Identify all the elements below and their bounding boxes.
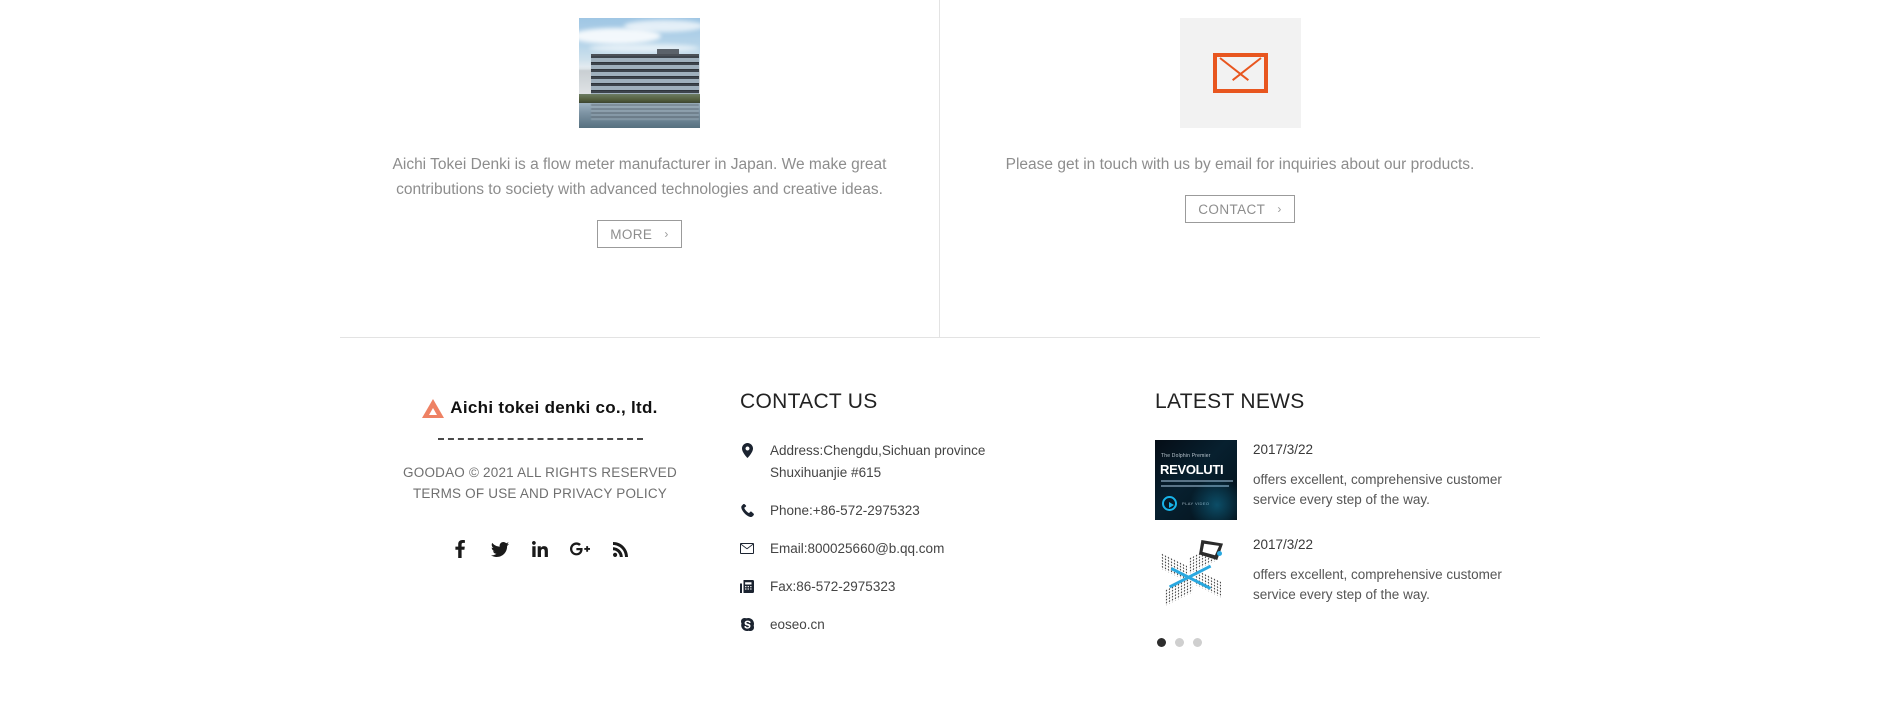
linkedin-icon[interactable] xyxy=(529,538,551,560)
social-links xyxy=(340,538,740,560)
copyright-line-1: GOODAO © 2021 ALL RIGHTS RESERVED xyxy=(403,465,677,480)
chevron-right-icon: › xyxy=(1277,202,1282,216)
news-list: The Dolphin Premier REVOLUTI PLAY VIDEO … xyxy=(1155,440,1540,615)
email-icon xyxy=(740,539,754,557)
contact-email-text: Email:800025660@b.qq.com xyxy=(770,541,945,556)
building-photo-graphic xyxy=(579,18,700,128)
panel-about: Aichi Tokei Denki is a flow meter manufa… xyxy=(340,0,940,337)
contact-phone-text: Phone:+86-572-2975323 xyxy=(770,503,920,518)
copyright-block: GOODAO © 2021 ALL RIGHTS RESERVED TERMS … xyxy=(340,462,740,504)
contact-button-label: CONTACT xyxy=(1198,201,1266,217)
contact-us-title: CONTACT US xyxy=(740,390,878,413)
company-building-photo xyxy=(579,18,700,128)
contact-skype: eoseo.cn xyxy=(740,614,1155,636)
site-footer: Aichi tokei denki co., ltd. GOODAO © 202… xyxy=(340,380,1540,647)
more-button[interactable]: MORE › xyxy=(597,220,682,248)
news-date: 2017/3/22 xyxy=(1253,537,1314,552)
news-thumbnail[interactable]: The Dolphin Premier REVOLUTI PLAY VIDEO xyxy=(1155,440,1237,520)
dashed-divider xyxy=(437,438,643,440)
fax-icon xyxy=(740,577,754,595)
contact-skype-text: eoseo.cn xyxy=(770,617,825,632)
contact-cta-description: Please get in touch with us by email for… xyxy=(1005,156,1475,173)
latest-news-title: LATEST NEWS xyxy=(1155,390,1305,413)
contact-address: Address:Chengdu,Sichuan province Shuxihu… xyxy=(740,440,1155,484)
news-thumb-headline-large: REVOLUTI xyxy=(1160,462,1224,477)
more-button-label: MORE xyxy=(610,226,653,242)
news-description: offers excellent, comprehensive customer… xyxy=(1253,472,1502,507)
contact-email: Email:800025660@b.qq.com xyxy=(740,538,1155,560)
news-item[interactable]: The Dolphin Premier REVOLUTI PLAY VIDEO … xyxy=(1155,440,1540,520)
map-pin-icon xyxy=(740,441,754,459)
page-root: Aichi Tokei Denki is a flow meter manufa… xyxy=(0,0,1880,714)
section-divider xyxy=(340,337,1540,338)
news-date: 2017/3/22 xyxy=(1253,442,1314,457)
footer-brand-column: Aichi tokei denki co., ltd. GOODAO © 202… xyxy=(340,380,740,647)
play-icon[interactable] xyxy=(1162,496,1177,511)
contact-button[interactable]: CONTACT › xyxy=(1185,195,1295,223)
news-carousel-dots xyxy=(1157,638,1540,647)
company-logo[interactable]: Aichi tokei denki co., ltd. xyxy=(340,398,740,418)
skype-icon xyxy=(740,615,754,633)
contact-phone: Phone:+86-572-2975323 xyxy=(740,500,1155,522)
contact-address-text: Address:Chengdu,Sichuan province Shuxihu… xyxy=(770,443,986,480)
email-icon-tile xyxy=(1179,18,1301,128)
footer-news-column: LATEST NEWS The Dolphin Premier REVOLUTI… xyxy=(1155,380,1540,647)
company-logo-text: Aichi tokei denki co., ltd. xyxy=(450,398,658,417)
terms-privacy-link[interactable]: TERMS OF USE AND PRIVACY POLICY xyxy=(340,483,740,504)
carousel-dot-1[interactable] xyxy=(1157,638,1166,647)
contact-info-list: Address:Chengdu,Sichuan province Shuxihu… xyxy=(740,440,1155,636)
about-description: Aichi Tokei Denki is a flow meter manufa… xyxy=(392,156,887,198)
top-feature-section: Aichi Tokei Denki is a flow meter manufa… xyxy=(340,0,1540,337)
news-body: 2017/3/22 offers excellent, comprehensiv… xyxy=(1253,440,1503,510)
envelope-icon xyxy=(1212,53,1268,93)
carousel-dot-2[interactable] xyxy=(1175,638,1184,647)
news-thumb-headline-small: The Dolphin Premier xyxy=(1161,453,1211,459)
chevron-right-icon: › xyxy=(664,227,669,241)
carousel-dot-3[interactable] xyxy=(1193,638,1202,647)
triangle-logo-icon xyxy=(422,398,445,418)
googleplus-icon[interactable] xyxy=(569,538,591,560)
footer-contact-column: CONTACT US Address:Chengdu,Sichuan provi… xyxy=(740,380,1155,647)
rss-icon[interactable] xyxy=(609,538,631,560)
news-thumbnail[interactable] xyxy=(1155,535,1237,615)
news-item[interactable]: 2017/3/22 offers excellent, comprehensiv… xyxy=(1155,535,1540,615)
news-description: offers excellent, comprehensive customer… xyxy=(1253,567,1502,602)
news-body: 2017/3/22 offers excellent, comprehensiv… xyxy=(1253,535,1503,605)
panel-contact-cta: Please get in touch with us by email for… xyxy=(940,0,1540,337)
twitter-icon[interactable] xyxy=(489,538,511,560)
contact-fax: Fax:86-572-2975323 xyxy=(740,576,1155,598)
facebook-icon[interactable] xyxy=(449,538,471,560)
phone-icon xyxy=(740,501,754,519)
contact-fax-text: Fax:86-572-2975323 xyxy=(770,579,896,594)
